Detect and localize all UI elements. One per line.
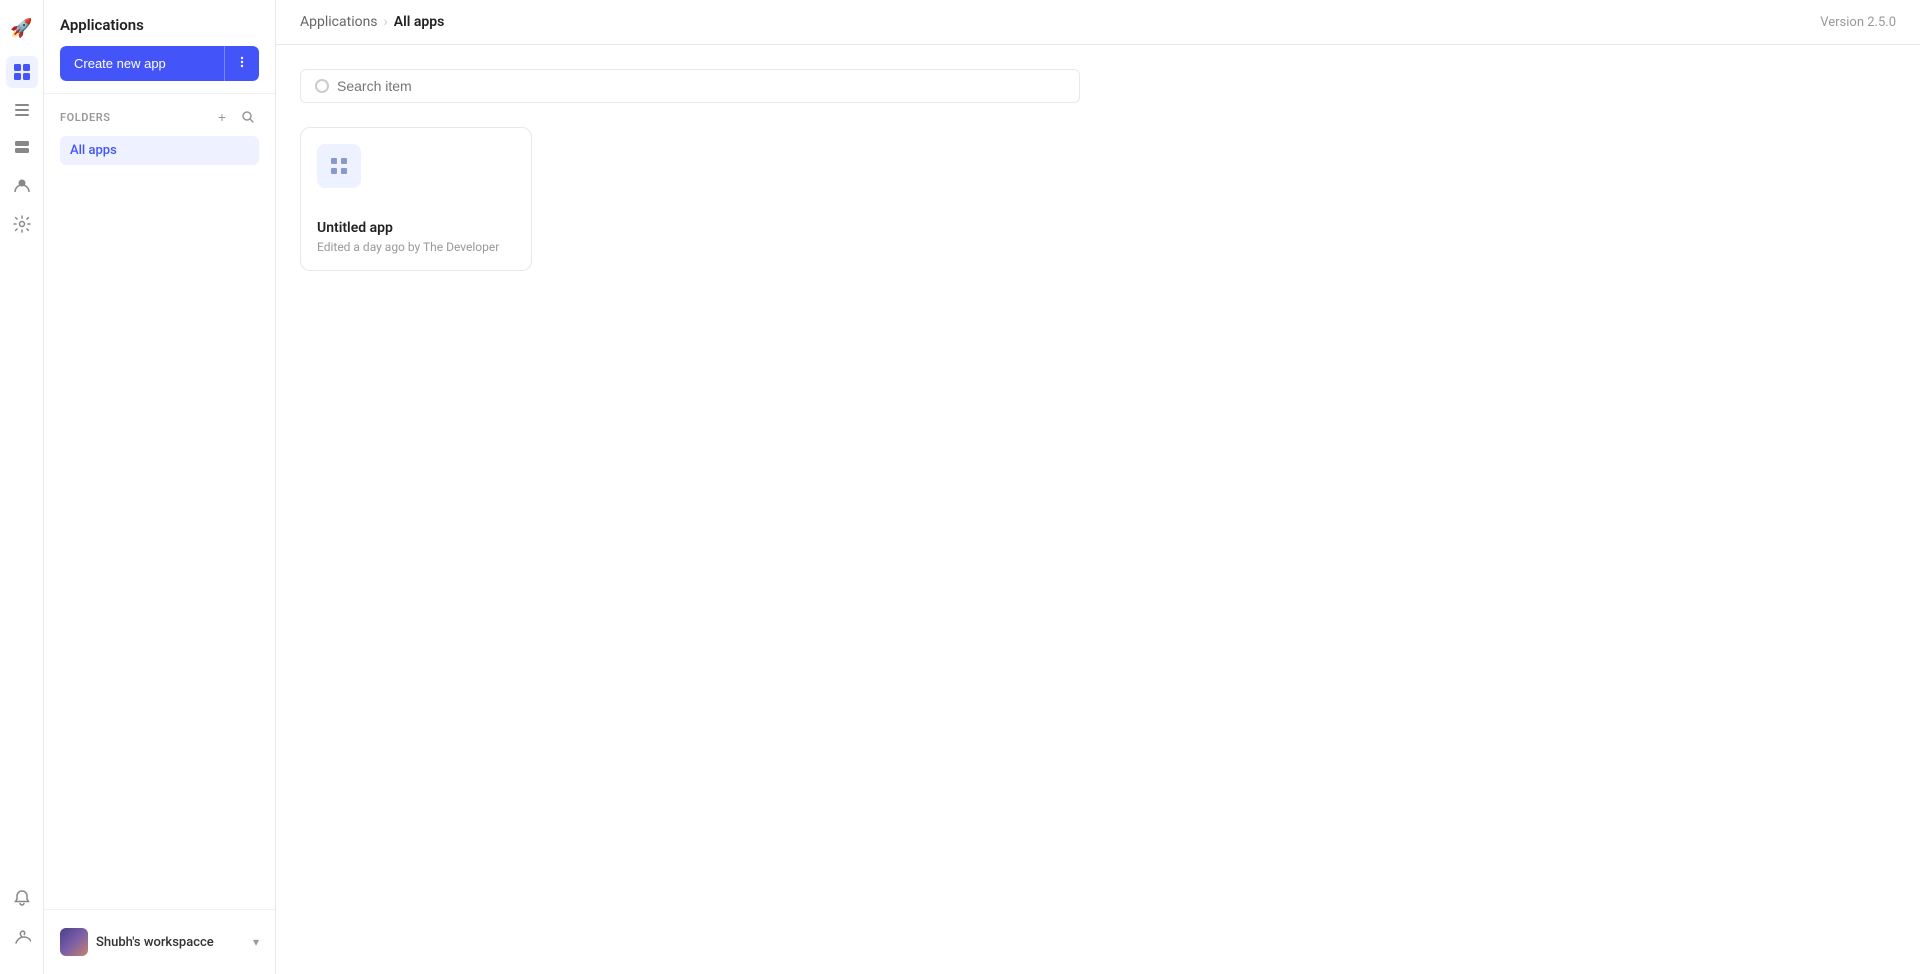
nav-icon-bell[interactable] (6, 882, 38, 914)
folders-label: FOLDERS (60, 111, 111, 124)
nav-icon-grid[interactable] (6, 56, 38, 88)
nav-icon-settings[interactable] (6, 208, 38, 240)
add-folder-button[interactable]: + (211, 106, 233, 128)
logo-icon[interactable]: 🚀 (6, 12, 38, 44)
main-body: Untitled app Edited a day ago by The Dev… (276, 45, 1920, 974)
search-icon (315, 79, 329, 93)
icon-sidebar-top: 🚀 (6, 12, 38, 878)
folders-header: FOLDERS + (60, 106, 259, 128)
workspace-item[interactable]: Shubh's workspacce ▾ (60, 922, 259, 962)
left-panel-title: Applications (60, 16, 259, 34)
left-panel-header: Applications Create new app (44, 0, 275, 94)
version-label: Version 2.5.0 (1820, 15, 1896, 30)
breadcrumb-current: All apps (394, 14, 445, 30)
create-btn-container: Create new app (60, 46, 259, 81)
create-btn-menu-button[interactable] (224, 46, 259, 81)
folders-actions: + (211, 106, 259, 128)
workspace-name: Shubh's workspacce (96, 935, 245, 950)
app-card-icon (317, 144, 361, 188)
app-card-name: Untitled app (317, 220, 515, 236)
workspace-avatar (60, 928, 88, 956)
breadcrumb-parent[interactable]: Applications (300, 14, 378, 30)
search-folder-button[interactable] (237, 106, 259, 128)
icon-sidebar-bottom (6, 882, 38, 962)
app-icon-dots (331, 158, 347, 174)
nav-icon-bird[interactable] (6, 922, 38, 954)
main-content: Applications › All apps Version 2.5.0 (276, 0, 1920, 974)
folders-section: FOLDERS + All apps (44, 94, 275, 177)
workspace-chevron-icon: ▾ (253, 935, 259, 949)
breadcrumb: Applications › All apps (300, 14, 444, 30)
apps-grid: Untitled app Edited a day ago by The Dev… (300, 127, 1896, 271)
nav-icon-layers[interactable] (6, 132, 38, 164)
breadcrumb-separator: › (384, 14, 388, 30)
left-panel-bottom: Shubh's workspacce ▾ (44, 909, 275, 974)
folder-item-all-apps[interactable]: All apps (60, 136, 259, 165)
search-input[interactable] (337, 78, 1065, 94)
icon-sidebar: 🚀 (0, 0, 44, 974)
left-panel: Applications Create new app FOLDERS + (44, 0, 276, 974)
search-bar[interactable] (300, 69, 1080, 103)
create-new-app-button[interactable]: Create new app (60, 46, 224, 81)
app-card-meta: Edited a day ago by The Developer (317, 240, 515, 254)
nav-icon-person[interactable] (6, 170, 38, 202)
main-header: Applications › All apps Version 2.5.0 (276, 0, 1920, 45)
nav-icon-list[interactable] (6, 94, 38, 126)
app-card[interactable]: Untitled app Edited a day ago by The Dev… (300, 127, 532, 271)
